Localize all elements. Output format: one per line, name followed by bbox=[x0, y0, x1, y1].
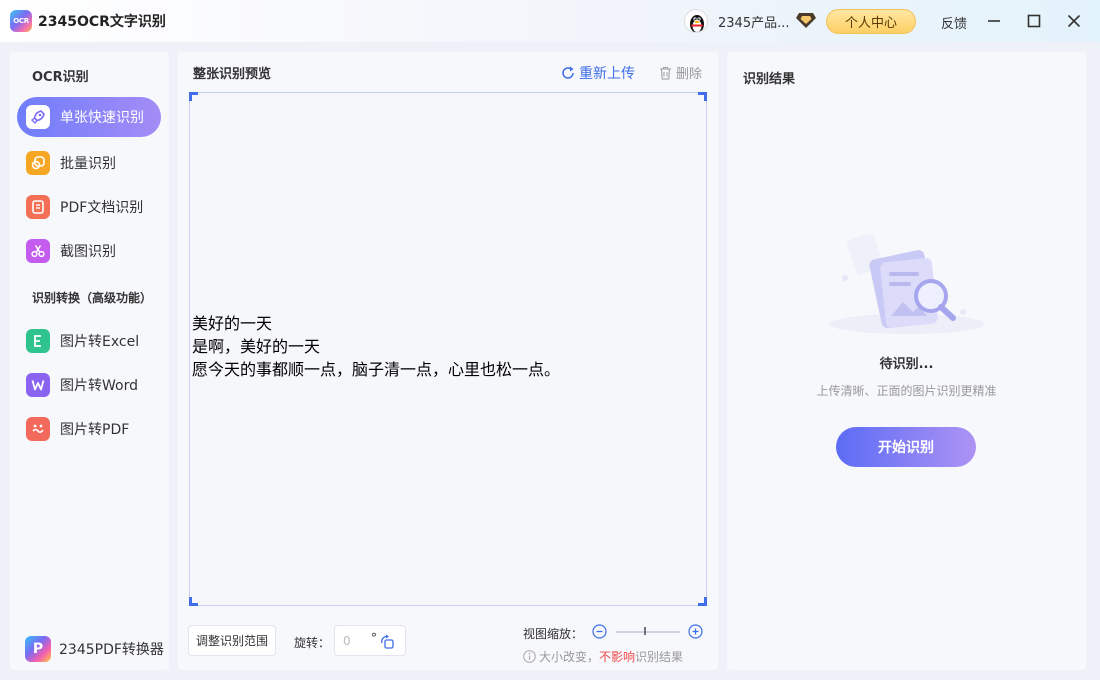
crop-corner-top-left[interactable] bbox=[189, 92, 198, 101]
sidebar-item-label: 单张快速识别 bbox=[60, 110, 144, 126]
adjust-range-button[interactable]: 调整识别范围 bbox=[188, 625, 276, 656]
user-avatar[interactable] bbox=[684, 9, 708, 33]
vip-diamond-icon[interactable] bbox=[796, 11, 816, 29]
minimize-icon bbox=[988, 20, 1000, 22]
sidebar: OCR识别 单张快速识别 批量识别 PDF文档识别 截图识别 识别转换（高级功能… bbox=[10, 52, 169, 670]
sidebar-item-single-ocr[interactable]: 单张快速识别 bbox=[17, 97, 161, 137]
zoom-note-prefix: 大小改变， bbox=[539, 650, 600, 664]
reupload-button[interactable]: 重新上传 bbox=[561, 63, 635, 83]
image-pdf-icon bbox=[26, 417, 50, 441]
zoom-out-icon[interactable] bbox=[592, 624, 607, 639]
pdf-converter-label: 2345PDF转换器 bbox=[59, 642, 164, 658]
sidebar-item-label: 截图识别 bbox=[60, 244, 116, 260]
sidebar-item-to-word[interactable]: 图片转Word bbox=[17, 365, 161, 405]
sidebar-item-label: PDF文档识别 bbox=[60, 200, 144, 216]
sidebar-item-label: 图片转PDF bbox=[60, 422, 130, 438]
zoom-slider-thumb[interactable] bbox=[643, 627, 646, 635]
section-ocr-title: OCR识别 bbox=[32, 70, 89, 85]
sidebar-item-batch-ocr[interactable]: 批量识别 bbox=[17, 143, 161, 183]
preview-text-line: 美好的一天 bbox=[192, 314, 273, 333]
crop-corner-bottom-left[interactable] bbox=[189, 597, 198, 606]
rotate-value: 0 bbox=[343, 633, 351, 648]
pdf-converter-logo-icon: P bbox=[25, 636, 51, 662]
scissors-icon bbox=[26, 239, 50, 263]
sidebar-item-screenshot-ocr[interactable]: 截图识别 bbox=[17, 231, 161, 271]
personal-center-button[interactable]: 个人中心 bbox=[826, 9, 916, 34]
penguin-avatar-icon bbox=[690, 15, 704, 32]
empty-document-illustration bbox=[829, 233, 985, 334]
zoom-slider-track[interactable] bbox=[616, 631, 680, 633]
preview-text: 美好的一天 是啊，美好的一天 愿今天的事都顺一点，脑子清一点，心里也松一点。 bbox=[192, 312, 560, 381]
preview-panel: 整张识别预览 重新上传 删除 美好的一天 是啊，美好的一天 愿今天的事都顺一点，… bbox=[178, 52, 718, 670]
maximize-button[interactable] bbox=[1023, 10, 1045, 32]
minimize-button[interactable] bbox=[983, 10, 1005, 32]
delete-label: 删除 bbox=[676, 67, 703, 82]
sidebar-item-label: 图片转Excel bbox=[60, 334, 140, 350]
refresh-icon bbox=[562, 66, 574, 79]
preview-image-area[interactable]: 美好的一天 是啊，美好的一天 愿今天的事都顺一点，脑子清一点，心里也松一点。 bbox=[189, 92, 707, 606]
sidebar-item-to-excel[interactable]: 图片转Excel bbox=[17, 321, 161, 361]
zoom-label: 视图缩放： bbox=[523, 627, 584, 641]
trash-icon bbox=[660, 66, 671, 80]
info-icon bbox=[523, 650, 536, 663]
sidebar-item-to-pdf[interactable]: 图片转PDF bbox=[17, 409, 161, 449]
rotate-label: 旋转： bbox=[294, 636, 331, 650]
pdf-converter-link[interactable]: P 2345PDF转换器 bbox=[25, 636, 164, 662]
result-panel: 识别结果 待识别... 上传清晰、正面的图片识别更精准 开始识别 bbox=[727, 52, 1086, 670]
rotate-input[interactable]: 0 ° bbox=[334, 625, 406, 656]
crop-corner-top-right[interactable] bbox=[698, 92, 707, 101]
rotate-unit: ° bbox=[371, 631, 377, 645]
title-bar: OCR 2345OCR文字识别 2345产品... 个人中心 反馈 bbox=[0, 0, 1100, 42]
reupload-label: 重新上传 bbox=[579, 66, 635, 82]
zoom-note: 大小改变， 不影响 识别结果 bbox=[523, 648, 683, 665]
pending-status: 待识别... bbox=[879, 357, 934, 372]
sidebar-item-pdf-ocr[interactable]: PDF文档识别 bbox=[17, 187, 161, 227]
sidebar-item-label: 图片转Word bbox=[60, 378, 138, 394]
sidebar-item-label: 批量识别 bbox=[60, 156, 116, 172]
preview-text-line: 愿今天的事都顺一点，脑子清一点，心里也松一点。 bbox=[192, 360, 561, 379]
result-title: 识别结果 bbox=[743, 72, 796, 87]
rotate-icon[interactable] bbox=[380, 634, 396, 650]
crop-corner-bottom-right[interactable] bbox=[698, 597, 707, 606]
delete-button[interactable]: 删除 bbox=[659, 63, 702, 82]
user-name[interactable]: 2345产品... bbox=[718, 12, 789, 31]
upload-hint: 上传清晰、正面的图片识别更精准 bbox=[816, 384, 997, 398]
zoom-note-warn: 不影响 bbox=[599, 650, 636, 664]
zoom-in-icon[interactable] bbox=[688, 624, 703, 639]
close-button[interactable] bbox=[1063, 10, 1085, 32]
app-logo-text: OCR bbox=[13, 17, 29, 25]
preview-text-line: 是啊，美好的一天 bbox=[192, 337, 321, 356]
word-icon bbox=[26, 373, 50, 397]
section-convert-title: 识别转换（高级功能） bbox=[32, 291, 153, 305]
start-recognition-button[interactable]: 开始识别 bbox=[836, 427, 976, 467]
pdf-doc-icon bbox=[26, 195, 50, 219]
zoom-note-suffix: 识别结果 bbox=[635, 650, 684, 664]
preview-title: 整张识别预览 bbox=[193, 67, 272, 82]
app-logo: OCR bbox=[10, 10, 32, 32]
maximize-icon bbox=[1027, 14, 1041, 28]
feedback-link[interactable]: 反馈 bbox=[941, 13, 967, 32]
excel-icon bbox=[26, 329, 50, 353]
rocket-icon bbox=[26, 105, 50, 129]
app-title: 2345OCR文字识别 bbox=[38, 14, 166, 30]
batch-icon bbox=[26, 151, 50, 175]
close-icon bbox=[1067, 14, 1081, 28]
